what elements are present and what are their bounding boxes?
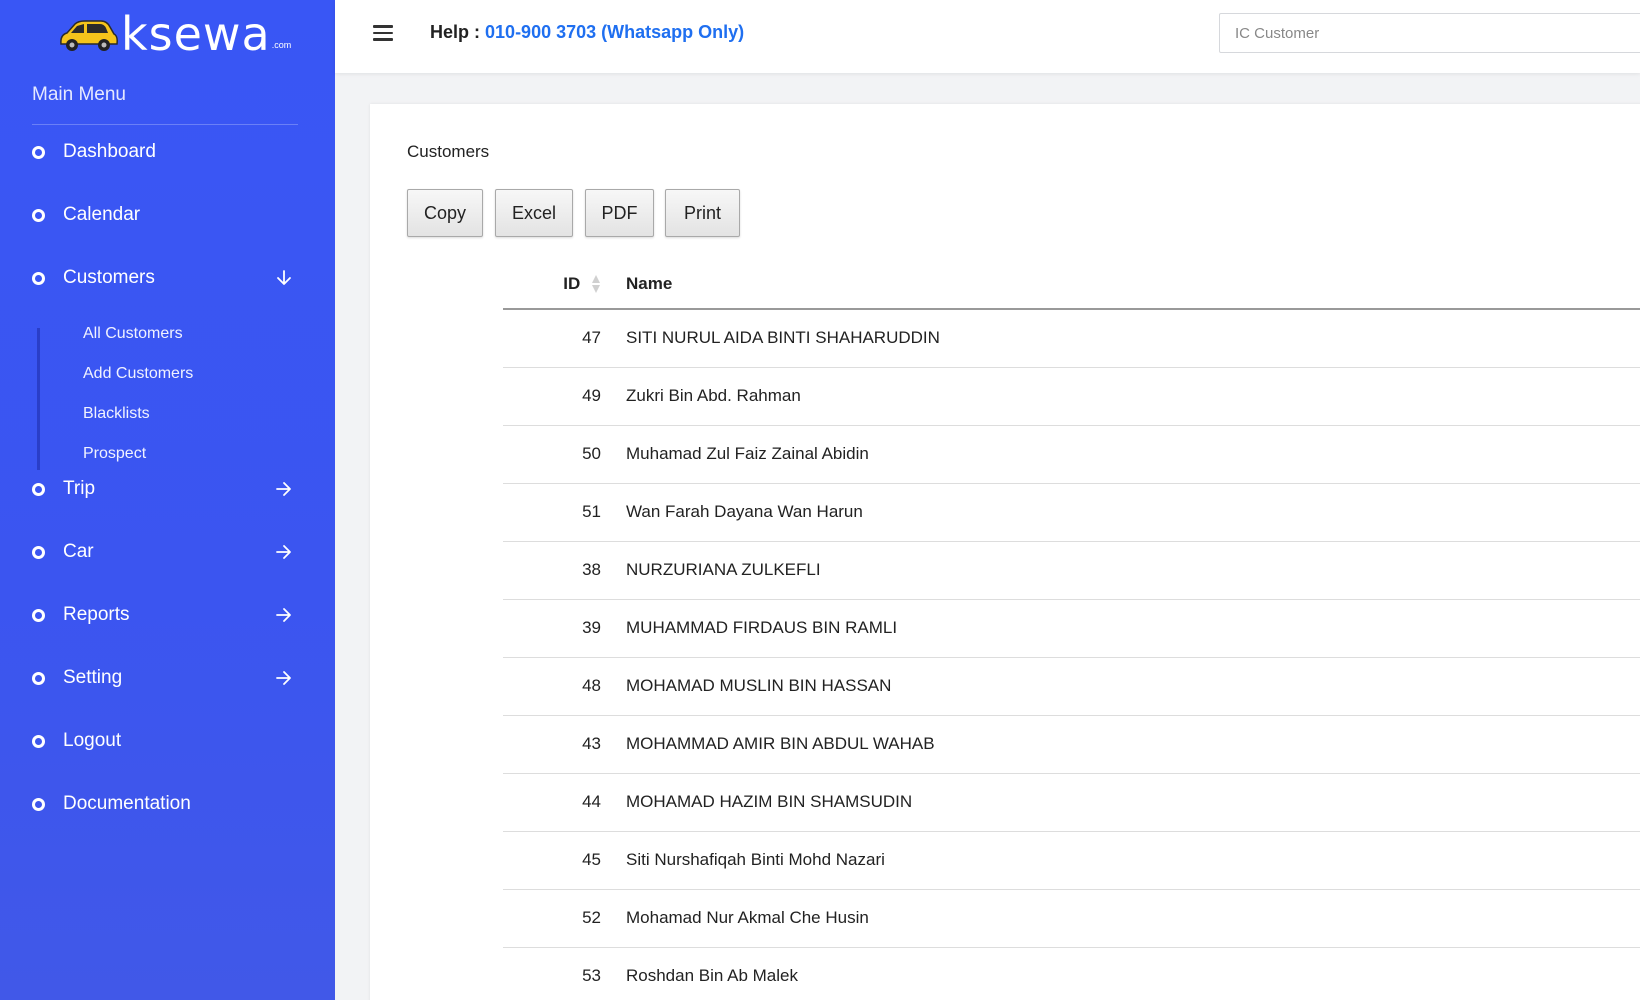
page-title: Customers	[407, 142, 490, 161]
cell-id: 45	[503, 831, 626, 890]
sidebar-item-label: Car	[63, 541, 94, 562]
cell-name: Wan Farah Dayana Wan Harun	[626, 483, 1640, 542]
column-header-label: Name	[626, 274, 673, 293]
sidebar-item-reports[interactable]: Reports	[0, 593, 335, 637]
column-header-id[interactable]: ID	[503, 260, 626, 310]
circle-bullet-icon	[32, 208, 45, 222]
table-row[interactable]: 38 NURZURIANA ZULKEFLI	[503, 541, 1640, 600]
cell-id: 47	[503, 309, 626, 368]
sidebar-item-setting[interactable]: Setting	[0, 656, 335, 700]
arrow-down-icon	[277, 270, 291, 285]
cell-name: Zukri Bin Abd. Rahman	[626, 367, 1640, 426]
cell-id: 51	[503, 483, 626, 542]
sidebar-item-label: Calendar	[63, 204, 141, 225]
circle-bullet-icon	[32, 271, 45, 285]
cell-name: Muhamad Zul Faiz Zainal Abidin	[626, 425, 1640, 484]
circle-bullet-icon	[32, 734, 45, 748]
sidebar-item-dashboard[interactable]: Dashboard	[0, 130, 335, 174]
customers-submenu: All Customers Add Customers Blacklists P…	[37, 325, 297, 470]
help-contact: Help : 010-900 3703 (Whatsapp Only)	[430, 22, 744, 43]
sidebar-item-label: Reports	[63, 604, 130, 625]
table-row[interactable]: 49 Zukri Bin Abd. Rahman	[503, 367, 1640, 426]
table-row[interactable]: 39 MUHAMMAD FIRDAUS BIN RAMLI	[503, 599, 1640, 658]
cell-name: Roshdan Bin Ab Malek	[626, 947, 1640, 1000]
circle-bullet-icon	[32, 482, 45, 496]
table-row[interactable]: 47 SITI NURUL AIDA BINTI SHAHARUDDIN	[503, 309, 1640, 368]
cell-name: Siti Nurshafiqah Binti Mohd Nazari	[626, 831, 1640, 890]
cell-name: NURZURIANA ZULKEFLI	[626, 541, 1640, 600]
sidebar-item-label: Customers	[63, 267, 155, 288]
sidebar-item-label: Logout	[63, 730, 122, 751]
arrow-right-icon	[276, 545, 291, 559]
arrow-right-icon	[276, 671, 291, 685]
cell-name: MOHAMAD HAZIM BIN SHAMSUDIN	[626, 773, 1640, 832]
main-menu-title: Main Menu	[32, 84, 126, 105]
table-row[interactable]: 44 MOHAMAD HAZIM BIN SHAMSUDIN	[503, 773, 1640, 832]
brand-logo[interactable]: ksewa .com	[57, 7, 292, 61]
pdf-button[interactable]: PDF	[585, 189, 654, 237]
sidebar-item-label: Setting	[63, 667, 123, 688]
car-logo-icon	[60, 20, 118, 51]
menu-divider	[32, 124, 298, 125]
print-button[interactable]: Print	[665, 189, 740, 237]
circle-bullet-icon	[32, 145, 45, 159]
circle-bullet-icon	[32, 608, 45, 622]
sidebar-subitem-all-customers[interactable]: All Customers	[83, 325, 183, 343]
column-header-name[interactable]: Name	[626, 260, 1640, 310]
cell-id: 48	[503, 657, 626, 716]
sidebar-item-car[interactable]: Car	[0, 530, 335, 574]
sidebar-subitem-prospect[interactable]: Prospect	[83, 445, 146, 463]
sidebar-item-documentation[interactable]: Documentation	[0, 782, 335, 826]
copy-button[interactable]: Copy	[407, 189, 483, 237]
table-row[interactable]: 52 Mohamad Nur Akmal Che Husin	[503, 889, 1640, 948]
cell-name: SITI NURUL AIDA BINTI SHAHARUDDIN	[626, 309, 1640, 368]
brand-name: ksewa	[121, 7, 271, 61]
cell-name: MOHAMMAD AMIR BIN ABDUL WAHAB	[626, 715, 1640, 774]
arrow-right-icon	[276, 482, 291, 496]
cell-id: 38	[503, 541, 626, 600]
table-row[interactable]: 51 Wan Farah Dayana Wan Harun	[503, 483, 1640, 542]
sidebar-item-label: Trip	[63, 478, 96, 499]
sidebar-item-calendar[interactable]: Calendar	[0, 193, 335, 237]
table-row[interactable]: 43 MOHAMMAD AMIR BIN ABDUL WAHAB	[503, 715, 1640, 774]
ic-customer-search-input[interactable]	[1219, 13, 1640, 53]
circle-bullet-icon	[32, 671, 45, 685]
hamburger-menu-icon[interactable]	[373, 25, 393, 41]
brand-suffix: .com	[271, 40, 292, 50]
sidebar-subitem-add-customers[interactable]: Add Customers	[83, 365, 193, 383]
sidebar-item-label: Dashboard	[63, 141, 156, 162]
sidebar-item-customers[interactable]: Customers	[0, 256, 335, 300]
help-phone-link[interactable]: 010-900 3703 (Whatsapp Only)	[485, 22, 744, 42]
cell-id: 43	[503, 715, 626, 774]
cell-name: MUHAMMAD FIRDAUS BIN RAMLI	[626, 599, 1640, 658]
circle-bullet-icon	[32, 545, 45, 559]
cell-id: 53	[503, 947, 626, 1000]
sidebar-item-label: Documentation	[63, 793, 191, 814]
cell-id: 49	[503, 367, 626, 426]
table-row[interactable]: 48 MOHAMAD MUSLIN BIN HASSAN	[503, 657, 1640, 716]
sidebar-subitem-blacklists[interactable]: Blacklists	[83, 405, 150, 423]
customers-card: Customers Copy Excel PDF Print ID Name 4…	[370, 104, 1640, 1000]
arrow-right-icon	[276, 608, 291, 622]
sidebar: ksewa .com Main Menu Dashboard Calendar Cu…	[0, 0, 335, 1000]
table-row[interactable]: 50 Muhamad Zul Faiz Zainal Abidin	[503, 425, 1640, 484]
cell-id: 50	[503, 425, 626, 484]
cell-name: Mohamad Nur Akmal Che Husin	[626, 889, 1640, 948]
help-label: Help :	[430, 22, 481, 42]
sidebar-item-trip[interactable]: Trip	[0, 467, 335, 511]
table-header-row: ID Name	[503, 260, 1640, 310]
cell-id: 39	[503, 599, 626, 658]
cell-name: MOHAMAD MUSLIN BIN HASSAN	[626, 657, 1640, 716]
cell-id: 52	[503, 889, 626, 948]
excel-button[interactable]: Excel	[495, 189, 573, 237]
sidebar-item-logout[interactable]: Logout	[0, 719, 335, 763]
table-row[interactable]: 53 Roshdan Bin Ab Malek	[503, 947, 1640, 1000]
sort-icon	[592, 275, 600, 294]
cell-id: 44	[503, 773, 626, 832]
customers-table: ID Name 47 SITI NURUL AIDA BINTI SHAHARUD…	[503, 260, 1640, 1000]
table-row[interactable]: 45 Siti Nurshafiqah Binti Mohd Nazari	[503, 831, 1640, 890]
top-header: Help : 010-900 3703 (Whatsapp Only)	[335, 0, 1640, 73]
circle-bullet-icon	[32, 797, 45, 811]
column-header-label: ID	[563, 273, 581, 293]
